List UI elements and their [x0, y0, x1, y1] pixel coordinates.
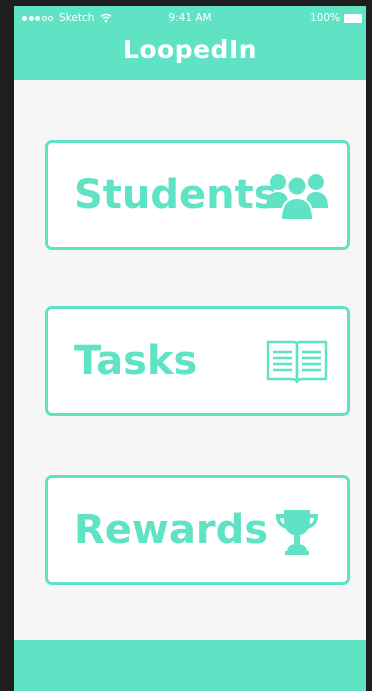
open-book-icon [265, 336, 329, 388]
rewards-label: Rewards [74, 507, 269, 553]
group-icon [265, 170, 329, 222]
rewards-button[interactable]: Rewards [45, 475, 350, 585]
battery-icon [344, 13, 362, 23]
status-right: 100% [310, 12, 362, 24]
trophy-icon [265, 505, 329, 557]
page-title: LoopedIn [122, 35, 258, 64]
students-button[interactable]: Students [45, 140, 350, 250]
students-label: Students [74, 172, 278, 218]
status-bar: Sketch 9:41 AM 100% [14, 6, 366, 28]
phone-screen: Sketch 9:41 AM 100% LoopedIn Students Ta… [14, 6, 366, 691]
battery-percent: 100% [309, 12, 340, 24]
app-header: Sketch 9:41 AM 100% LoopedIn [14, 6, 366, 80]
tasks-button[interactable]: Tasks [45, 306, 350, 416]
bottom-bar [14, 640, 366, 691]
tasks-label: Tasks [74, 338, 198, 384]
